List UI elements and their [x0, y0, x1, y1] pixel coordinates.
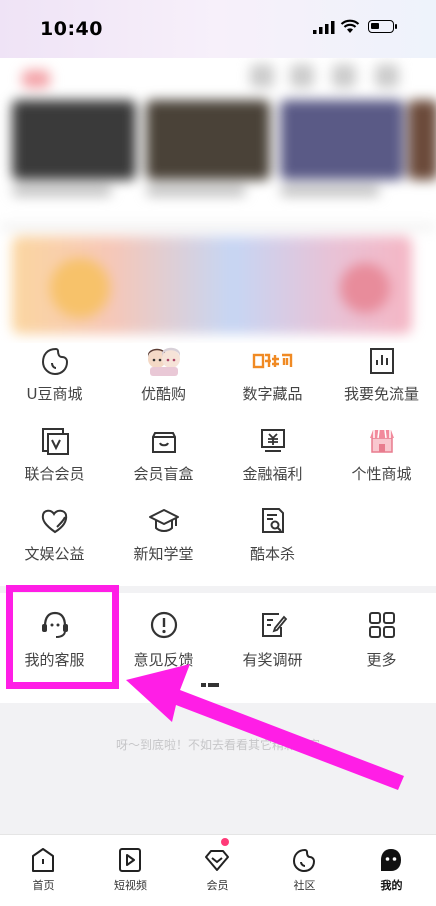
- tab-community[interactable]: 社区: [261, 835, 348, 906]
- service-label: 我要免流量: [343, 385, 419, 403]
- exclamation-icon: [150, 611, 178, 639]
- script-search-icon: [262, 508, 284, 533]
- service-label: 酷本杀: [249, 545, 295, 563]
- page-indicator: [201, 683, 219, 687]
- charity-heart-icon: [41, 509, 68, 534]
- tab-label: 首页: [32, 879, 55, 892]
- service-digital-collection[interactable]: 数字藏品: [218, 343, 327, 423]
- service-label: 会员盲盒: [133, 465, 194, 483]
- service-free-data[interactable]: 我要免流量: [327, 343, 436, 423]
- service-label: 更多: [366, 651, 397, 669]
- service-label: 金融福利: [242, 465, 303, 483]
- service-blind-box[interactable]: 会员盲盒: [109, 423, 218, 503]
- tab-home[interactable]: 首页: [0, 835, 87, 906]
- blurred-content: [0, 58, 436, 343]
- service-finance[interactable]: 金融福利: [218, 423, 327, 503]
- service-joint-vip[interactable]: 联合会员: [0, 423, 109, 503]
- notification-dot: [221, 838, 229, 846]
- tab-profile[interactable]: 我的: [348, 835, 435, 906]
- service-label: U豆商城: [26, 385, 83, 403]
- tab-label: 社区: [293, 879, 316, 892]
- tab-short-video[interactable]: 短视频: [87, 835, 174, 906]
- status-bar: 10:40: [0, 0, 436, 58]
- service-label: 新知学堂: [133, 545, 194, 563]
- service-label: 数字藏品: [242, 385, 303, 403]
- cellular-signal-icon: [313, 21, 335, 34]
- highlight-box: [6, 585, 119, 689]
- service-survey[interactable]: 有奖调研: [218, 609, 327, 679]
- service-label: 有奖调研: [242, 651, 303, 669]
- service-knowledge-school[interactable]: 新知学堂: [109, 503, 218, 583]
- service-label: 文娱公益: [24, 545, 85, 563]
- service-label: 优酷购: [140, 385, 186, 403]
- play-video-icon: [119, 848, 141, 872]
- service-u-bean-mall[interactable]: U豆商城: [0, 343, 109, 423]
- diamond-icon: [205, 850, 229, 871]
- finance-icon: [261, 429, 285, 452]
- status-time: 10:40: [40, 18, 103, 40]
- service-personal-shop[interactable]: 个性商城: [327, 423, 436, 503]
- joint-vip-icon: [42, 428, 69, 455]
- u-bean-icon: [41, 347, 69, 376]
- anime-characters-icon: [148, 347, 180, 376]
- more-grid-icon: [369, 612, 395, 638]
- tab-label: 会员: [206, 879, 229, 892]
- tab-vip[interactable]: 会员: [174, 835, 261, 906]
- tab-label: 我的: [380, 879, 403, 892]
- graduation-cap-icon: [149, 509, 179, 532]
- service-more[interactable]: 更多: [327, 609, 436, 679]
- blind-box-icon: [152, 432, 176, 453]
- service-youku-shop[interactable]: 优酷购: [109, 343, 218, 423]
- service-charity[interactable]: 文娱公益: [0, 503, 109, 583]
- wifi-icon: [340, 19, 360, 33]
- service-feedback[interactable]: 意见反馈: [109, 609, 218, 679]
- tab-label: 短视频: [114, 879, 147, 892]
- service-label: 个性商城: [351, 465, 412, 483]
- data-chart-icon: [370, 348, 394, 374]
- digital-collection-logo-icon: [252, 353, 293, 369]
- shop-icon: [370, 429, 394, 453]
- end-of-list-text: 呀～到底啦！不如去看看其它精彩内容: [115, 738, 320, 752]
- home-icon: [32, 848, 54, 872]
- service-label: 联合会员: [24, 465, 85, 483]
- services-panel: U豆商城 优酷购 数字藏品 我要免流量 联合会员 会员盲盒 金融福利 个性商城 …: [0, 343, 436, 586]
- community-icon: [292, 848, 316, 873]
- bottom-tab-bar: 首页 短视频 会员 社区 我的: [0, 834, 436, 906]
- survey-edit-icon: [262, 613, 288, 637]
- service-script-kill[interactable]: 酷本杀: [218, 503, 327, 583]
- profile-icon: [381, 849, 401, 871]
- battery-icon: [368, 20, 397, 33]
- service-label: 意见反馈: [133, 651, 194, 669]
